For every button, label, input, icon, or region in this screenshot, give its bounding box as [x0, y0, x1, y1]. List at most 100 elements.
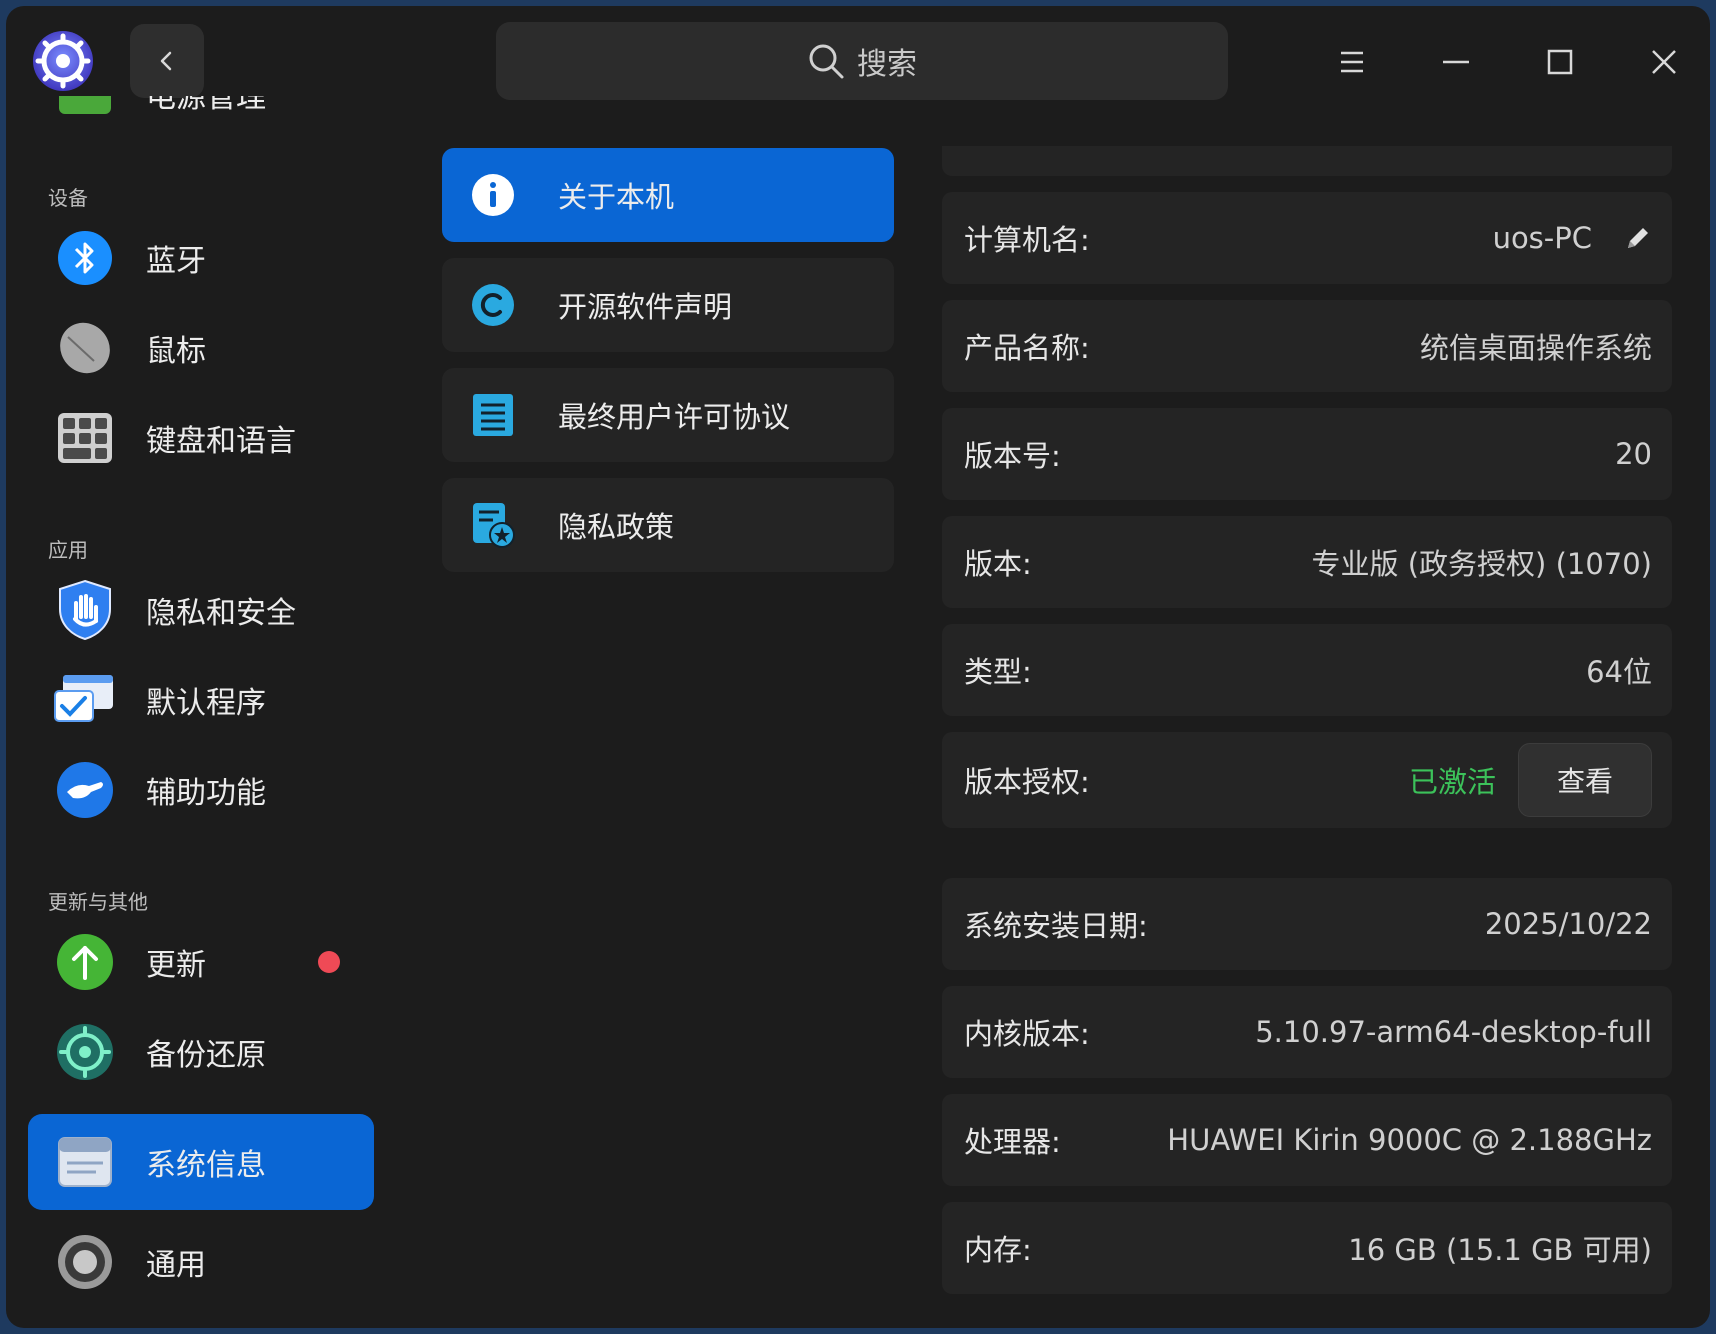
- submenu-item-open-source[interactable]: 开源软件声明: [442, 258, 894, 352]
- backup-icon: [52, 1019, 118, 1085]
- sidebar-item-privacy[interactable]: 隐私和安全: [28, 562, 374, 658]
- edit-pencil-icon[interactable]: [1624, 224, 1652, 252]
- sidebar-item-label: 键盘和语言: [146, 424, 296, 459]
- control-center-window: 搜索 电源管理 设备 蓝牙 鼠标 键盘和语言 应用 隐私和安全 默认程序 辅助功…: [6, 6, 1710, 1328]
- kernel-key: 内核版本:: [964, 1017, 1090, 1051]
- row-product-name: 产品名称: 统信桌面操作系统: [942, 300, 1672, 392]
- keyboard-icon: [52, 405, 118, 471]
- memory-key: 内存:: [964, 1233, 1032, 1267]
- memory-value: 16 GB (15.1 GB 可用): [1348, 1233, 1652, 1267]
- sidebar-item-label: 辅助功能: [146, 776, 266, 811]
- sidebar-item-label: 隐私和安全: [146, 596, 296, 631]
- accessibility-icon: [52, 757, 118, 823]
- edition-key: 版本:: [964, 547, 1032, 581]
- section-title-updates: 更新与其他: [48, 890, 148, 914]
- install-date-key: 系统安装日期:: [964, 909, 1148, 943]
- bluetooth-icon: [52, 225, 118, 291]
- section-title-devices: 设备: [48, 186, 88, 210]
- sidebar-item-label: 系统信息: [146, 1148, 266, 1183]
- license-key: 版本授权:: [964, 765, 1090, 799]
- row-computer-name: 计算机名: uos-PC: [942, 192, 1672, 284]
- computer-name-value: uos-PC: [1492, 221, 1592, 255]
- close-button[interactable]: [1634, 32, 1694, 92]
- sidebar-item-accessibility[interactable]: 辅助功能: [28, 742, 374, 838]
- update-notification-badge: [318, 951, 340, 973]
- maximize-button[interactable]: [1530, 32, 1590, 92]
- minimize-icon: [1443, 60, 1469, 64]
- control-center-logo-icon: [30, 28, 96, 94]
- privacy-doc-icon: [470, 502, 516, 548]
- computer-name-key: 计算机名:: [964, 223, 1090, 257]
- sidebar-item-label: 默认程序: [146, 686, 266, 721]
- chevron-left-icon: [160, 51, 172, 71]
- view-license-button[interactable]: 查看: [1518, 743, 1652, 817]
- product-name-key: 产品名称:: [964, 331, 1090, 365]
- search-input[interactable]: 搜索: [496, 22, 1228, 100]
- processor-key: 处理器:: [964, 1125, 1061, 1159]
- section-title-apps: 应用: [48, 538, 88, 562]
- submenu-item-label: 最终用户许可协议: [558, 400, 791, 434]
- sidebar-item-general[interactable]: 通用: [28, 1214, 374, 1310]
- product-name-value: 统信桌面操作系统: [1419, 331, 1652, 365]
- sidebar-item-bluetooth[interactable]: 蓝牙: [28, 210, 374, 306]
- general-gear-icon: [52, 1229, 118, 1295]
- sidebar-item-label: 蓝牙: [146, 244, 206, 279]
- copyright-icon: [470, 282, 516, 328]
- minimize-button[interactable]: [1426, 32, 1486, 92]
- sidebar-item-label: 电源管理: [146, 96, 266, 115]
- sidebar-item-system-info[interactable]: 系统信息: [28, 1114, 374, 1210]
- power-icon: [52, 96, 118, 127]
- sidebar-item-label: 通用: [146, 1248, 206, 1283]
- row-install-date: 系统安装日期: 2025/10/22: [942, 878, 1672, 970]
- sidebar-item-label: 更新: [146, 948, 206, 983]
- privacy-shield-icon: [52, 577, 118, 643]
- sidebar-item-label: 备份还原: [146, 1038, 266, 1073]
- scrolled-row-edge: [942, 146, 1672, 176]
- submenu-list: 关于本机 开源软件声明 最终用户许可协议 隐私政策: [398, 96, 918, 1328]
- processor-value: HUAWEI Kirin 9000C @ 2.188GHz: [1167, 1123, 1652, 1157]
- row-processor: 处理器: HUAWEI Kirin 9000C @ 2.188GHz: [942, 1094, 1672, 1186]
- search-placeholder: 搜索: [857, 47, 917, 82]
- type-key: 类型:: [964, 655, 1032, 689]
- version-number-key: 版本号:: [964, 439, 1061, 473]
- sidebar-item-backup[interactable]: 备份还原: [28, 1004, 374, 1100]
- maximize-icon: [1547, 49, 1573, 75]
- row-version-number: 版本号: 20: [942, 408, 1672, 500]
- info-icon: [470, 172, 516, 218]
- license-doc-icon: [470, 392, 516, 438]
- row-type: 类型: 64位: [942, 624, 1672, 716]
- sidebar-item-power[interactable]: 电源管理: [28, 96, 374, 142]
- sidebar: 电源管理 设备 蓝牙 鼠标 键盘和语言 应用 隐私和安全 默认程序 辅助功能 更…: [6, 96, 398, 1328]
- mouse-icon: [52, 315, 118, 381]
- sidebar-item-keyboard[interactable]: 键盘和语言: [28, 390, 374, 486]
- submenu-item-eula[interactable]: 最终用户许可协议: [442, 368, 894, 462]
- system-info-icon: [52, 1129, 118, 1195]
- sidebar-item-default-apps[interactable]: 默认程序: [28, 652, 374, 748]
- hamburger-menu-icon: [1341, 51, 1363, 73]
- install-date-value: 2025/10/22: [1484, 907, 1652, 941]
- license-status-activated: 已激活: [1408, 765, 1496, 799]
- sidebar-item-mouse[interactable]: 鼠标: [28, 300, 374, 396]
- search-icon: [809, 44, 844, 79]
- submenu-item-about[interactable]: 关于本机: [442, 148, 894, 242]
- back-button[interactable]: [130, 24, 204, 98]
- submenu-item-privacy-policy[interactable]: 隐私政策: [442, 478, 894, 572]
- kernel-value: 5.10.97-arm64-desktop-full: [1255, 1015, 1652, 1049]
- sidebar-item-update[interactable]: 更新: [28, 914, 374, 1010]
- row-edition: 版本: 专业版 (政务授权) (1070): [942, 516, 1672, 608]
- menu-button[interactable]: [1322, 32, 1382, 92]
- row-kernel: 内核版本: 5.10.97-arm64-desktop-full: [942, 986, 1672, 1078]
- submenu-item-label: 开源软件声明: [558, 290, 733, 324]
- close-icon: [1652, 50, 1676, 74]
- row-license: 版本授权: 已激活 查看: [942, 732, 1672, 828]
- type-value: 64位: [1586, 655, 1652, 689]
- submenu-item-label: 关于本机: [558, 180, 675, 214]
- default-apps-icon: [52, 667, 118, 733]
- row-memory: 内存: 16 GB (15.1 GB 可用): [942, 1202, 1672, 1294]
- version-number-value: 20: [1615, 437, 1652, 471]
- submenu-item-label: 隐私政策: [558, 510, 675, 544]
- about-detail-panel: 计算机名: uos-PC 产品名称: 统信桌面操作系统 版本号: 20 版本: …: [942, 96, 1672, 1328]
- update-icon: [52, 929, 118, 995]
- sidebar-item-label: 鼠标: [146, 334, 206, 369]
- edition-value: 专业版 (政务授权) (1070): [1311, 547, 1653, 581]
